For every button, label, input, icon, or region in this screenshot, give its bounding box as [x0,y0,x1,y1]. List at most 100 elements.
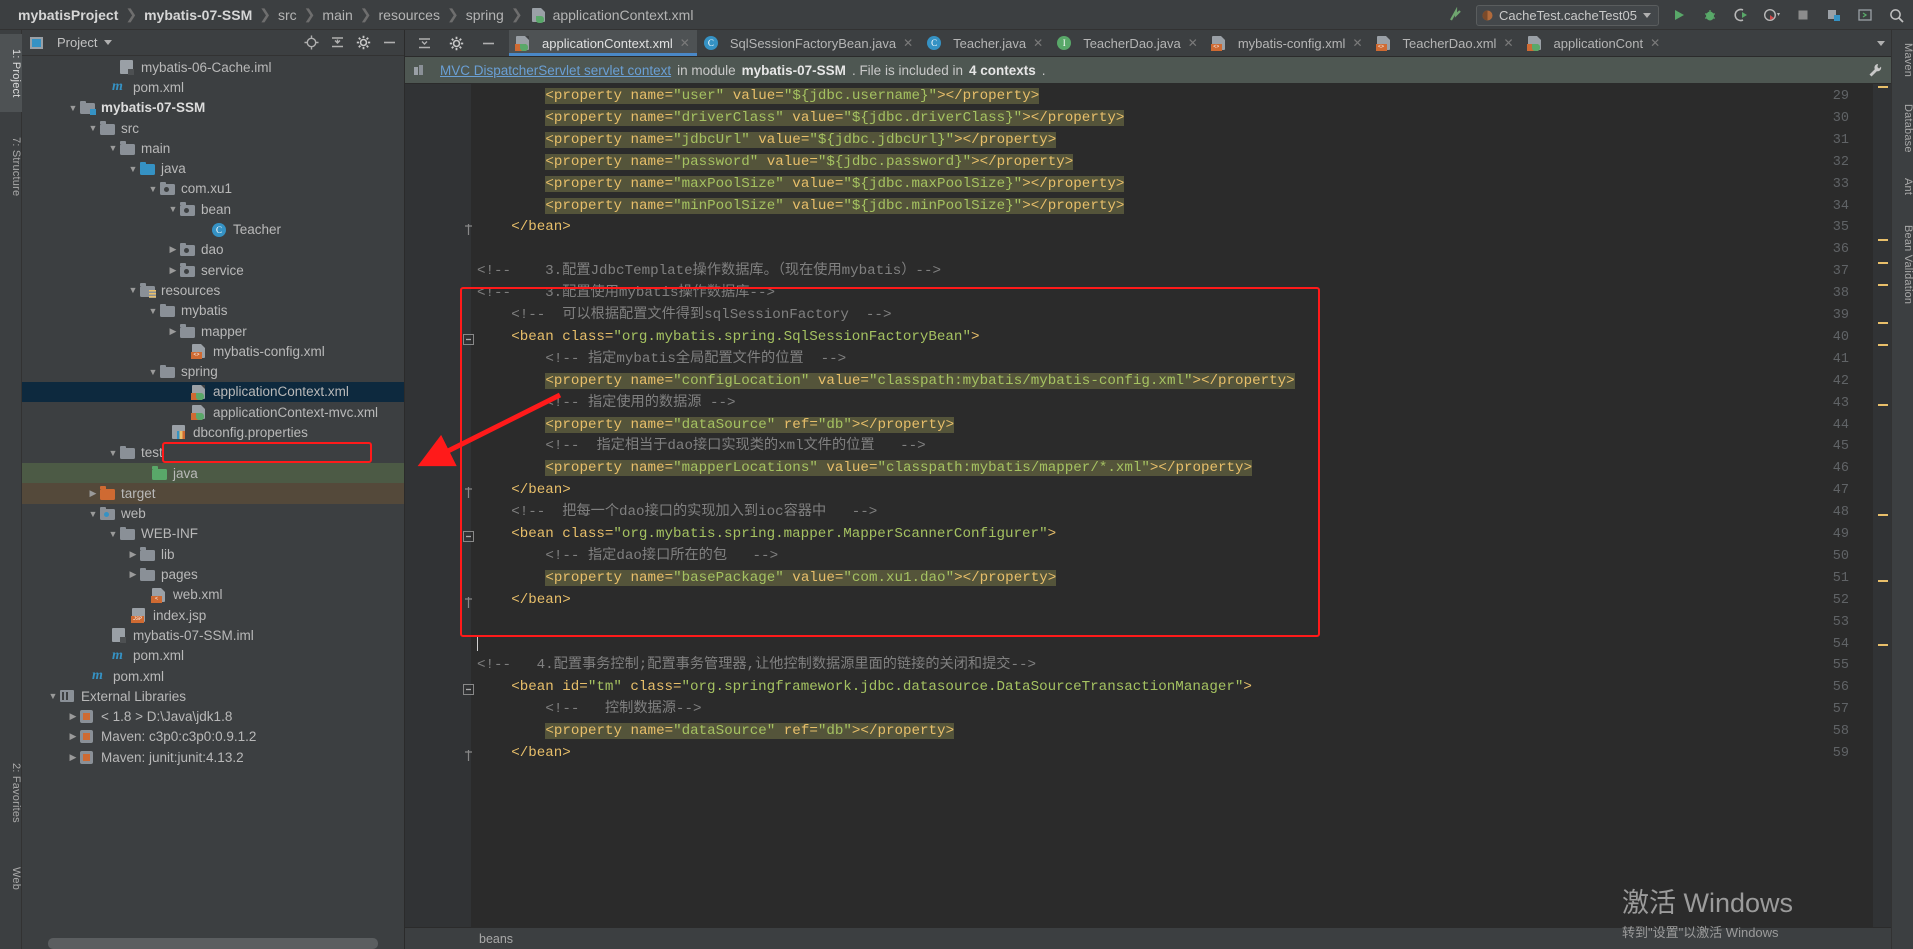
fold-end-icon[interactable] [463,485,474,499]
tree-node-1-8-d-java-jdk1-8[interactable]: ▶ < 1.8 > D:\Java\jdk1.8 [22,707,404,727]
fold-end-icon[interactable] [463,748,474,761]
code-line[interactable]: <!-- 指定相当于dao接口实现类的xml文件的位置 --> [477,436,925,458]
tree-node-mybatis-07-ssm-iml[interactable]: mybatis-07-SSM.iml [22,625,404,645]
tree-node-web-xml[interactable]: < web.xml [22,585,404,605]
chevron-right-icon[interactable]: ▶ [66,711,80,722]
chevron-right-icon[interactable]: ▶ [66,752,80,763]
build-icon[interactable] [1823,4,1845,26]
fold-collapse-icon[interactable] [463,682,474,696]
gear-icon[interactable] [445,32,467,54]
configure-icon[interactable] [1868,63,1883,78]
breadcrumb-file[interactable]: applicationContext.xml [553,7,694,23]
chevron-down-icon[interactable] [1877,40,1885,46]
update-project-icon[interactable] [1445,4,1467,26]
profile-icon[interactable] [1761,4,1783,26]
tree-node-mapper[interactable]: ▶ mapper [22,321,404,341]
chevron-right-icon[interactable]: ▶ [166,244,180,255]
tree-node-service[interactable]: ▶ service [22,260,404,280]
code-line[interactable]: <property name="basePackage" value="com.… [477,568,1057,590]
stop-icon[interactable] [1792,4,1814,26]
chevron-down-icon[interactable]: ▼ [146,367,160,377]
chevron-down-icon[interactable]: ▼ [146,184,160,194]
close-icon[interactable]: ✕ [680,36,690,50]
code-line[interactable]: <!-- 指定dao接口所在的包 --> [477,546,778,568]
chevron-down-icon[interactable]: ▼ [106,448,120,458]
chevron-down-icon[interactable] [104,40,113,45]
code-line[interactable]: <bean class="org.mybatis.spring.mapper.M… [477,524,1056,546]
run-configuration-selector[interactable]: CacheTest.cacheTest05 [1475,4,1659,26]
code-line[interactable]: <!-- 可以根据配置文件得到sqlSessionFactory --> [477,305,891,327]
terminal-icon[interactable] [1854,4,1876,26]
editor-tab-mybatis-config-xml[interactable]: <> mybatis-config.xml ✕ [1204,30,1370,56]
code-line[interactable]: <property name="jdbcUrl" value="${jdbc.j… [477,130,1057,152]
code-editor[interactable]: 29 30 31 32 33 34 35 36 37 38 39 40 41 42 43 44 45 46 47 48… [405,84,1891,927]
tree-node-pom-xml[interactable]: m pom.xml [22,77,404,97]
editor-tab-teacherdao-xml[interactable]: <> TeacherDao.xml ✕ [1369,30,1521,56]
editor-gutter[interactable] [405,84,471,927]
breadcrumb-resources[interactable]: resources [379,7,440,23]
code-line[interactable]: </bean> [477,743,571,765]
tool-window-web[interactable]: Web [0,859,22,899]
code-line[interactable]: <property name="configLocation" value="c… [477,371,1295,393]
code-line[interactable]: <property name="minPoolSize" value="${jd… [477,196,1125,218]
close-icon[interactable]: ✕ [1188,36,1198,50]
tree-node-java[interactable]: ▼ java [22,158,404,178]
tool-window-favorites[interactable]: 2: Favorites [0,747,22,839]
tree-node-java[interactable]: java [22,462,404,484]
chevron-right-icon[interactable]: ▶ [126,549,140,560]
chevron-down-icon[interactable]: ▼ [66,103,80,113]
tree-node-teacher[interactable]: C Teacher [22,219,404,239]
tree-node-lib[interactable]: ▶ lib [22,544,404,564]
notification-contexts-count[interactable]: 4 contexts [969,63,1036,78]
chevron-down-icon[interactable]: ▼ [46,691,60,701]
fold-end-icon[interactable] [463,222,474,236]
fold-collapse-icon[interactable] [463,529,474,542]
chevron-down-icon[interactable]: ▼ [146,306,160,316]
tool-window-ant[interactable]: Ant [1892,170,1913,204]
close-icon[interactable]: ✕ [903,36,913,50]
code-line[interactable]: <property name="driverClass" value="${jd… [477,108,1125,130]
code-line[interactable]: <bean id="tm" class="org.springframework… [477,677,1252,699]
tree-node-src[interactable]: ▼ src [22,118,404,138]
code-text[interactable]: <property name="user" value="${jdbc.user… [477,84,1891,927]
close-icon[interactable]: ✕ [1352,36,1362,50]
debug-icon[interactable] [1699,4,1721,26]
search-everywhere-icon[interactable] [1885,4,1907,26]
hide-panel-icon[interactable] [477,32,499,54]
chevron-right-icon[interactable]: ▶ [166,265,180,276]
tree-node-mybatis-config-xml[interactable]: <> mybatis-config.xml [22,341,404,361]
project-tree-horizontal-scrollbar[interactable] [48,938,378,949]
editor-tab-teacherdao-java[interactable]: I TeacherDao.java ✕ [1050,30,1205,56]
breadcrumb-main[interactable]: main [322,7,352,23]
tree-node-bean[interactable]: ▼ bean [22,199,404,219]
chevron-right-icon[interactable]: ▶ [166,326,180,337]
tree-node-dao[interactable]: ▶ dao [22,240,404,260]
code-line[interactable]: <!-- 控制数据源--> [477,699,701,721]
chevron-down-icon[interactable]: ▼ [86,123,100,133]
tree-node-resources[interactable]: ▼ resources [22,280,404,300]
chevron-right-icon[interactable]: ▶ [126,569,140,580]
code-line[interactable]: <bean class="org.mybatis.spring.SqlSessi… [477,327,979,349]
gear-icon[interactable] [352,32,374,54]
project-panel-title[interactable]: Project [57,35,97,50]
dispatcher-servlet-link[interactable]: MVC DispatcherServlet servlet context [440,63,671,78]
tool-window-project[interactable]: 1: Project [0,34,22,112]
breadcrumb-module[interactable]: mybatis-07-SSM [144,7,252,23]
fold-end-icon[interactable] [463,595,474,608]
breadcrumb-src[interactable]: src [278,7,297,23]
chevron-down-icon[interactable]: ▼ [126,164,140,174]
tree-node-external-libraries[interactable]: ▼ External Libraries [22,686,404,706]
tree-node-applicationcontext-xml[interactable]: applicationContext.xml [22,381,404,403]
close-icon[interactable]: ✕ [1033,36,1043,50]
tool-window-maven[interactable]: Maven [1892,34,1913,86]
tree-node-test[interactable]: ▼ test [22,443,404,463]
project-tree[interactable]: mybatis-06-Cache.iml m pom.xml ▼ mybatis-07-… [22,57,404,935]
code-line[interactable]: <!-- 指定使用的数据源 --> [477,393,735,415]
tree-node-mybatis-06-cache-iml[interactable]: mybatis-06-Cache.iml [22,57,404,77]
code-line[interactable]: <!-- 把每一个dao接口的实现加入到ioc容器中 --> [477,502,877,524]
tree-node-mybatis[interactable]: ▼ mybatis [22,301,404,321]
tree-node-spring[interactable]: ▼ spring [22,361,404,381]
chevron-down-icon[interactable]: ▼ [126,285,140,295]
tree-node-pom-xml[interactable]: m pom.xml [22,646,404,666]
editor-tab-sqlsessionfactorybean-java[interactable]: C SqlSessionFactoryBean.java ✕ [696,30,921,56]
